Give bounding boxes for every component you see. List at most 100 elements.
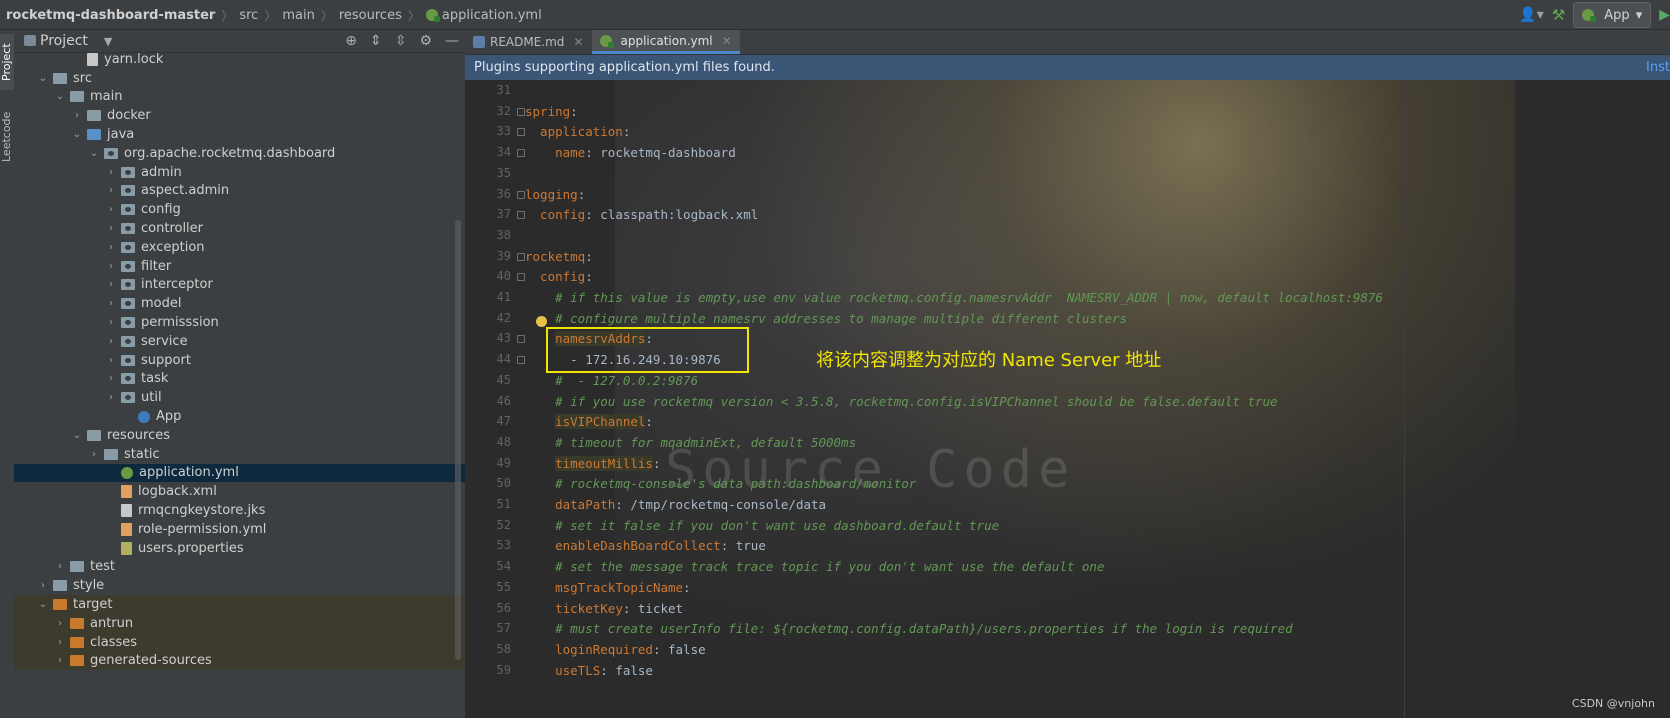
chevron-right-icon[interactable]: › xyxy=(105,355,117,366)
collapse-all-icon[interactable]: ⇳ xyxy=(395,33,407,49)
breadcrumb-resources[interactable]: resources xyxy=(339,8,402,23)
tree-item-support[interactable]: › support xyxy=(14,351,465,370)
tree-item-permisssion[interactable]: › permisssion xyxy=(14,313,465,332)
tree-item-java[interactable]: ⌄ java xyxy=(14,125,465,144)
chevron-right-icon[interactable]: › xyxy=(54,637,66,648)
breadcrumb-file[interactable]: application.yml xyxy=(442,8,542,23)
tree-item-src[interactable]: ⌄ src xyxy=(14,69,465,88)
fold-marker-icon[interactable] xyxy=(517,128,525,137)
tree-item-filter[interactable]: › filter xyxy=(14,257,465,276)
tree-item-resources[interactable]: ⌄ resources xyxy=(14,426,465,445)
leetcode-tool-button[interactable]: Leetcode xyxy=(0,106,14,168)
tree-item-antrun[interactable]: › antrun xyxy=(14,613,465,633)
code-line[interactable]: logging: xyxy=(525,187,585,202)
code-line[interactable]: # configure multiple namesrv addresses t… xyxy=(525,311,1127,326)
tab-readme[interactable]: README.md ✕ xyxy=(465,30,592,54)
close-icon[interactable]: ✕ xyxy=(573,35,583,49)
chevron-right-icon[interactable]: › xyxy=(54,561,66,572)
chevron-right-icon[interactable]: › xyxy=(105,317,117,328)
expand-all-icon[interactable]: ⇕ xyxy=(370,33,382,49)
tab-application-yml[interactable]: application.yml ✕ xyxy=(591,30,740,54)
chevron-down-icon[interactable]: ⌄ xyxy=(71,430,83,441)
breadcrumb-main[interactable]: main xyxy=(282,8,314,23)
code-line[interactable]: loginRequired: false xyxy=(525,642,706,657)
fold-marker-icon[interactable] xyxy=(517,149,525,158)
code-line[interactable]: dataPath: /tmp/rocketmq-console/data xyxy=(525,497,826,512)
tree-item-test[interactable]: › test xyxy=(14,558,465,577)
code-line[interactable]: config: classpath:logback.xml xyxy=(525,207,758,222)
code-line[interactable]: # rocketmq-console's data path:dashboard… xyxy=(525,476,916,491)
fold-marker-icon[interactable] xyxy=(517,107,525,116)
tree-item-main[interactable]: ⌄ main xyxy=(14,88,465,107)
code-line[interactable]: rocketmq: xyxy=(525,249,593,264)
code-line[interactable]: config: xyxy=(525,269,593,284)
gear-icon[interactable]: ⚙ xyxy=(419,33,432,49)
fold-marker-icon[interactable] xyxy=(517,356,525,365)
project-panel-title[interactable]: Project xyxy=(40,33,88,49)
chevron-down-icon[interactable]: ⌄ xyxy=(88,148,100,159)
fold-marker-icon[interactable] xyxy=(517,190,525,199)
breadcrumb-src[interactable]: src xyxy=(239,8,258,23)
tree-item-generated-sources[interactable]: › generated-sources xyxy=(14,651,465,671)
chevron-down-icon[interactable]: ⌄ xyxy=(37,599,49,610)
tree-item-role-permission-yml[interactable]: role-permission.yml xyxy=(14,520,465,539)
locate-icon[interactable]: ⊕ xyxy=(345,33,357,49)
scrollbar[interactable] xyxy=(455,220,461,660)
tree-item-util[interactable]: › util xyxy=(14,388,465,407)
chevron-right-icon[interactable]: › xyxy=(105,373,117,384)
code-line[interactable]: enableDashBoardCollect: true xyxy=(525,538,766,553)
tree-item-docker[interactable]: › docker xyxy=(14,106,465,125)
chevron-down-icon[interactable]: ⌄ xyxy=(54,91,66,102)
code-line[interactable]: # if this value is empty,use env value r… xyxy=(525,290,1383,305)
code-line[interactable]: # timeout for mqadminExt, default 5000ms xyxy=(525,435,856,450)
code-line[interactable]: # if you use rocketmq version < 3.5.8, r… xyxy=(525,394,1277,409)
code-line[interactable]: # set it false if you don't want use das… xyxy=(525,518,999,533)
chevron-right-icon[interactable]: › xyxy=(105,392,117,403)
tree-item-model[interactable]: › model xyxy=(14,294,465,313)
tree-item-admin[interactable]: › admin xyxy=(14,163,465,182)
chevron-right-icon[interactable]: › xyxy=(54,618,66,629)
chevron-right-icon[interactable]: › xyxy=(105,167,117,178)
fold-marker-icon[interactable] xyxy=(517,252,525,261)
chevron-down-icon[interactable]: ▼ xyxy=(104,35,112,48)
code-line[interactable]: msgTrackTopicName: xyxy=(525,580,690,595)
chevron-right-icon[interactable]: › xyxy=(37,580,49,591)
run-configuration-select[interactable]: App ▾ xyxy=(1573,2,1652,28)
breadcrumb-project[interactable]: rocketmq-dashboard-master xyxy=(6,8,215,23)
tree-item-target[interactable]: ⌄ target xyxy=(14,595,465,614)
chevron-right-icon[interactable]: › xyxy=(105,336,117,347)
tree-item-task[interactable]: › task xyxy=(14,370,465,389)
code-line[interactable]: # must create userInfo file: ${rocketmq.… xyxy=(525,621,1293,636)
tree-item-classes[interactable]: › classes xyxy=(14,632,465,652)
code-line[interactable]: spring: xyxy=(525,104,578,119)
fold-marker-icon[interactable] xyxy=(517,211,525,220)
tree-item-interceptor[interactable]: › interceptor xyxy=(14,276,465,295)
code-line[interactable]: application: xyxy=(525,124,630,139)
code-line[interactable]: name: rocketmq-dashboard xyxy=(525,145,736,160)
tree-item-application-yml[interactable]: application.yml xyxy=(14,463,465,483)
code-line[interactable]: timeoutMillis: xyxy=(525,455,660,471)
tree-item-exception[interactable]: › exception xyxy=(14,238,465,257)
tree-item-style[interactable]: › style xyxy=(14,576,465,595)
tree-item-aspect-admin[interactable]: › aspect.admin xyxy=(14,182,465,201)
chevron-right-icon[interactable]: › xyxy=(88,449,100,460)
build-hammer-icon[interactable]: ⚒ xyxy=(1552,6,1565,24)
chevron-right-icon[interactable]: › xyxy=(105,204,117,215)
chevron-right-icon[interactable]: › xyxy=(105,298,117,309)
code-line[interactable]: # set the message track trace topic if y… xyxy=(525,559,1104,574)
lightbulb-icon[interactable] xyxy=(536,316,547,327)
code-line[interactable]: ticketKey: ticket xyxy=(525,601,683,616)
tree-item-org-apache-rocketmq-dashboard[interactable]: ⌄ org.apache.rocketmq.dashboard xyxy=(14,144,465,163)
hide-icon[interactable]: — xyxy=(445,33,459,49)
chevron-right-icon[interactable]: › xyxy=(105,279,117,290)
install-plugins-link[interactable]: Inst xyxy=(1646,60,1670,75)
tree-item-controller[interactable]: › controller xyxy=(14,219,465,238)
tree-item-static[interactable]: › static xyxy=(14,445,465,464)
tree-item-app[interactable]: App xyxy=(14,407,465,426)
close-icon[interactable]: ✕ xyxy=(722,34,732,48)
chevron-right-icon[interactable]: › xyxy=(105,261,117,272)
code-area[interactable]: Source Code 31 32 spring: 33 application: 34… xyxy=(465,80,1670,718)
run-icon[interactable]: ▶ xyxy=(1659,7,1670,23)
fold-marker-icon[interactable] xyxy=(517,273,525,282)
code-line[interactable]: # - 127.0.0.2:9876 xyxy=(525,373,698,388)
